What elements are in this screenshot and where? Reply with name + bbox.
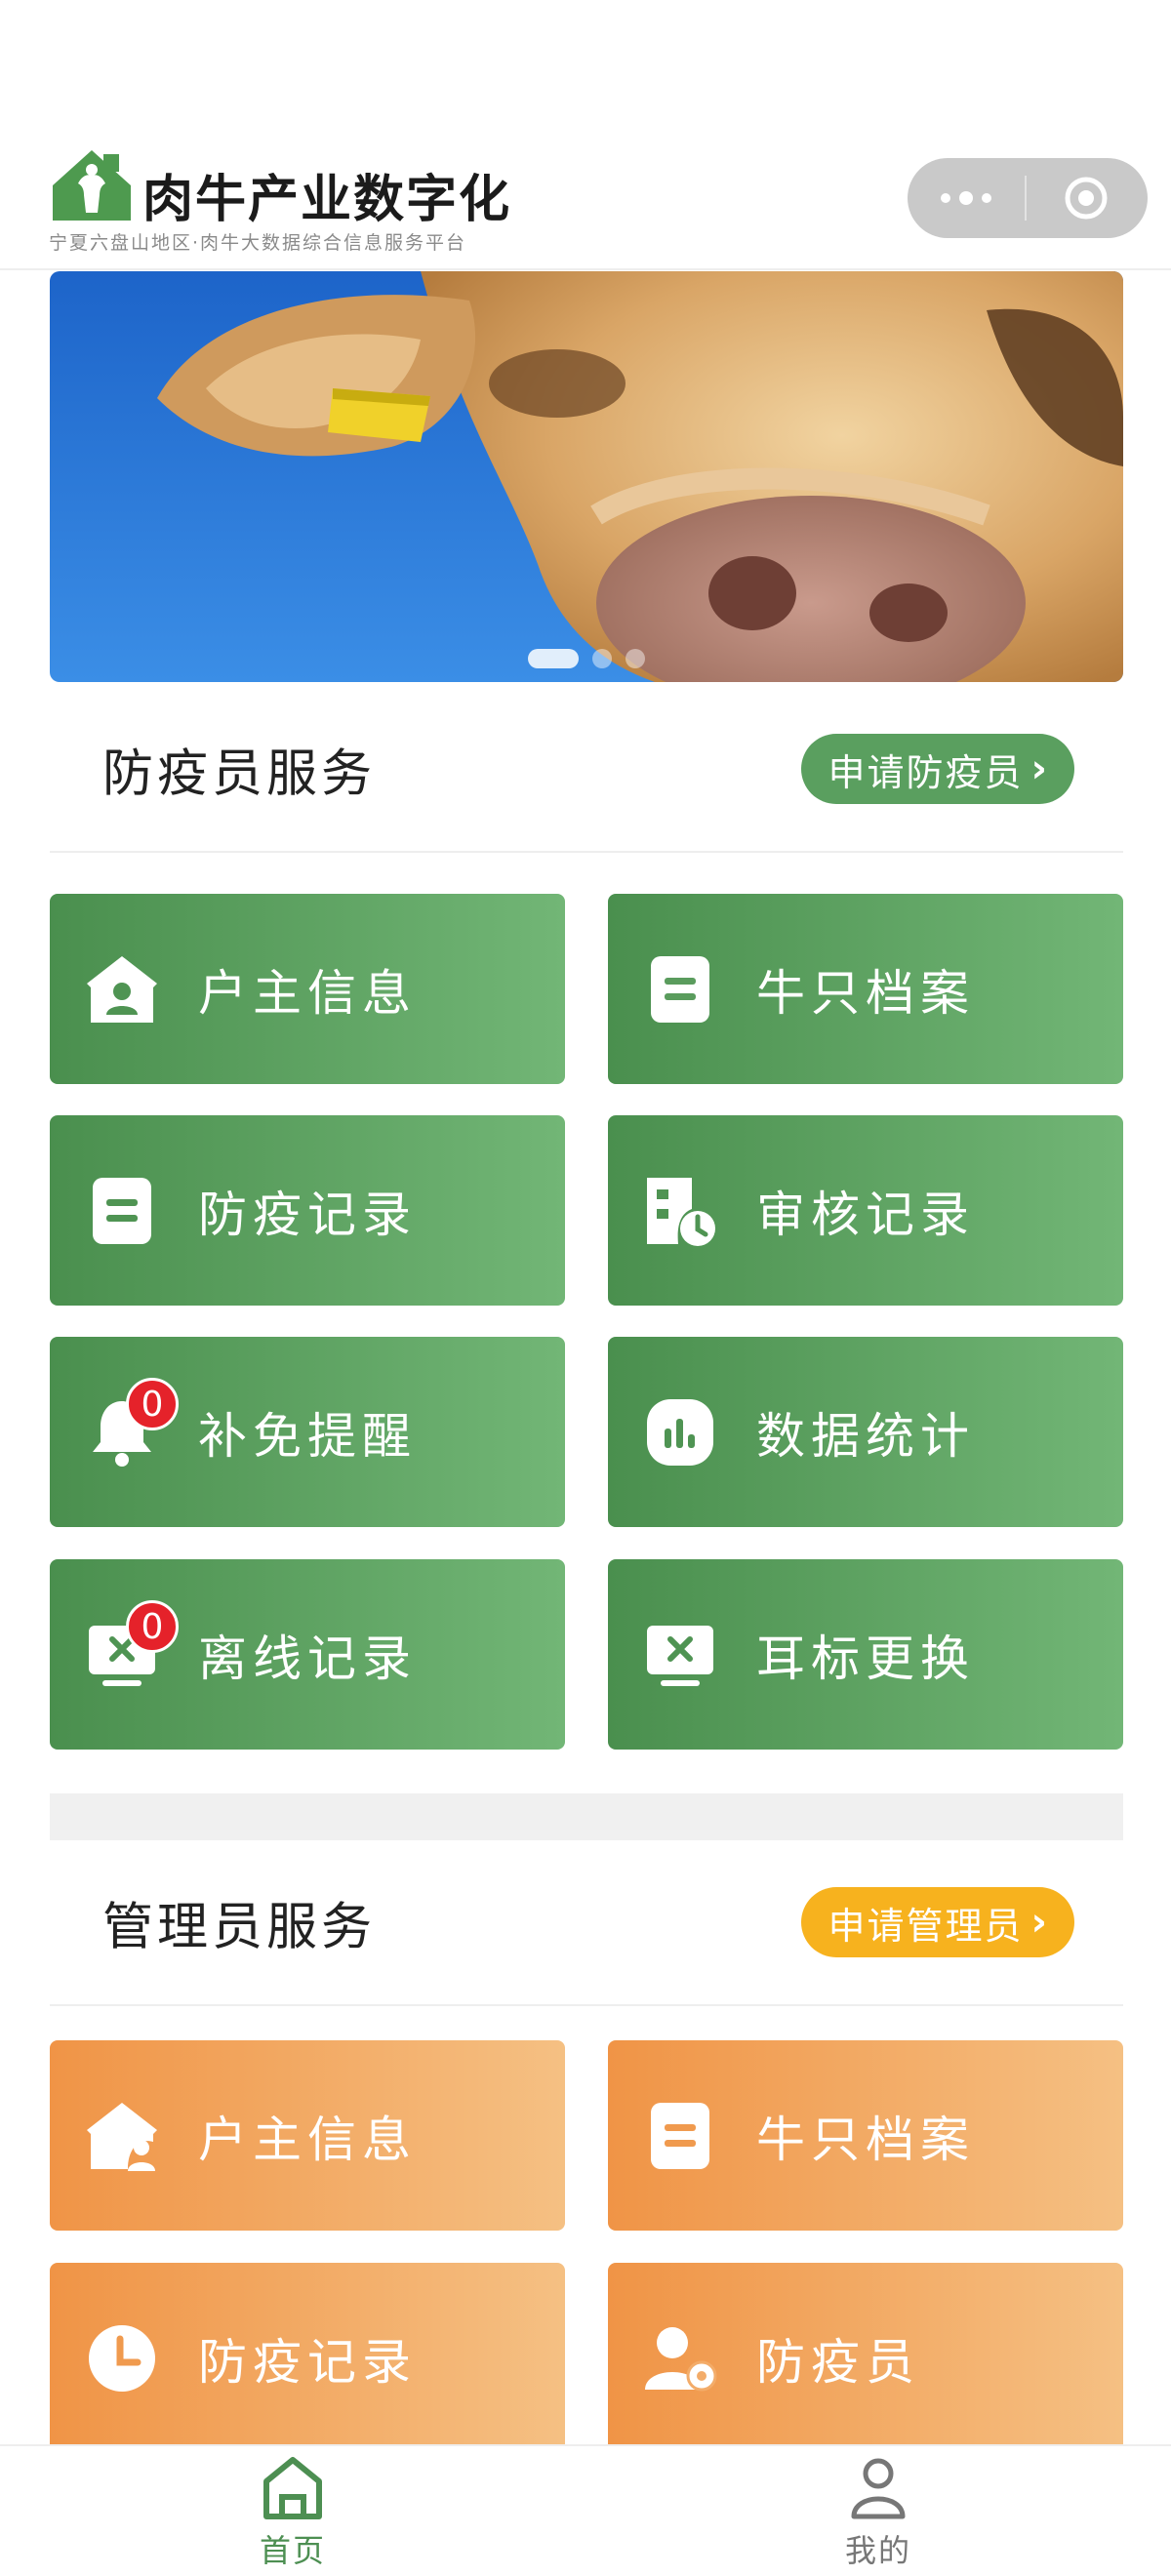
card-epidemic-record[interactable]: 防疫记录 [50, 1115, 565, 1306]
file-icon [651, 955, 709, 1023]
admin-card-epidemic-record[interactable]: 防疫记录 [50, 2263, 565, 2453]
mini-program-capsule [908, 158, 1148, 238]
eartag-replace-icon [647, 1625, 713, 1686]
card-label: 补免提醒 [198, 1407, 417, 1465]
card-audit-record[interactable]: 审核记录 [608, 1115, 1123, 1306]
card-label: 离线记录 [198, 1630, 417, 1687]
admin-section-title: 管理员服务 [102, 1898, 377, 1957]
card-label: 牛只档案 [756, 964, 975, 1022]
carousel-indicators [50, 649, 1123, 668]
chevron-right-icon: › [1030, 746, 1049, 791]
card-label: 防疫记录 [198, 2333, 417, 2391]
app-logo: 肉牛产业数字化 宁夏六盘山地区·肉牛大数据综合信息服务平台 [49, 146, 595, 259]
notification-badge: 0 [126, 1600, 179, 1653]
card-label: 防疫员 [756, 2333, 920, 2391]
card-booster-reminder[interactable]: 0 补免提醒 [50, 1337, 565, 1527]
epidemic-section-title: 防疫员服务 [102, 745, 377, 804]
tab-mine-label: 我的 [844, 2532, 911, 2569]
home-icon [263, 2457, 322, 2519]
file-icon [651, 2102, 709, 2169]
cattle-house-logo-icon [53, 150, 131, 221]
tab-home[interactable]: 首页 [0, 2446, 586, 2576]
household-user-icon [87, 2102, 157, 2171]
cattle-banner-image [50, 271, 1123, 682]
banner-carousel[interactable] [50, 271, 1123, 682]
card-label: 户主信息 [198, 964, 417, 1022]
tab-home-label: 首页 [259, 2532, 326, 2569]
admin-card-epidemic-officer[interactable]: 防疫员 [608, 2263, 1123, 2453]
clock-icon [89, 2324, 155, 2392]
card-label: 数据统计 [756, 1407, 975, 1465]
stats-icon [647, 1398, 713, 1466]
notification-badge: 0 [126, 1378, 179, 1430]
app-title: 肉牛产业数字化 [142, 171, 512, 229]
card-data-statistics[interactable]: 数据统计 [608, 1337, 1123, 1527]
bottom-tab-bar: 首页 我的 [0, 2444, 1171, 2576]
audit-clock-icon [647, 1177, 715, 1246]
card-cattle-archive[interactable]: 牛只档案 [608, 894, 1123, 1084]
epidemic-section-header: 防疫员服务 申请防疫员 › [50, 687, 1123, 853]
tab-mine[interactable]: 我的 [586, 2446, 1171, 2576]
carousel-dot-1[interactable] [528, 649, 579, 668]
app-subtitle: 宁夏六盘山地区·肉牛大数据综合信息服务平台 [49, 232, 467, 254]
more-dots-icon[interactable] [908, 158, 1025, 238]
admin-card-cattle-archive[interactable]: 牛只档案 [608, 2040, 1123, 2231]
apply-epidemic-label: 申请防疫员 [828, 750, 1024, 794]
apply-admin-button[interactable]: 申请管理员 › [800, 1887, 1074, 1957]
card-label: 牛只档案 [756, 2111, 975, 2168]
card-eartag-replace[interactable]: 耳标更换 [608, 1559, 1123, 1750]
card-offline-record[interactable]: 0 离线记录 [50, 1559, 565, 1750]
apply-epidemic-officer-button[interactable]: 申请防疫员 › [800, 734, 1074, 804]
section-divider [50, 1793, 1123, 1840]
card-label: 耳标更换 [756, 1630, 975, 1687]
record-icon [93, 1177, 151, 1244]
chevron-right-icon: › [1030, 1900, 1049, 1945]
user-settings-icon [645, 2326, 717, 2391]
apply-admin-label: 申请管理员 [828, 1904, 1024, 1948]
card-label: 户主信息 [198, 2111, 417, 2168]
navigation-header: 肉牛产业数字化 宁夏六盘山地区·肉牛大数据综合信息服务平台 [0, 0, 1171, 270]
user-profile-icon [851, 2458, 906, 2519]
admin-card-household-info[interactable]: 户主信息 [50, 2040, 565, 2231]
carousel-dot-2[interactable] [592, 649, 612, 668]
household-icon [87, 955, 157, 1023]
card-label: 防疫记录 [198, 1186, 417, 1243]
target-circle-icon[interactable] [1027, 158, 1146, 238]
carousel-dot-3[interactable] [626, 649, 645, 668]
admin-section-header: 管理员服务 申请管理员 › [50, 1840, 1123, 2006]
card-label: 审核记录 [756, 1186, 975, 1243]
card-household-info[interactable]: 户主信息 [50, 894, 565, 1084]
